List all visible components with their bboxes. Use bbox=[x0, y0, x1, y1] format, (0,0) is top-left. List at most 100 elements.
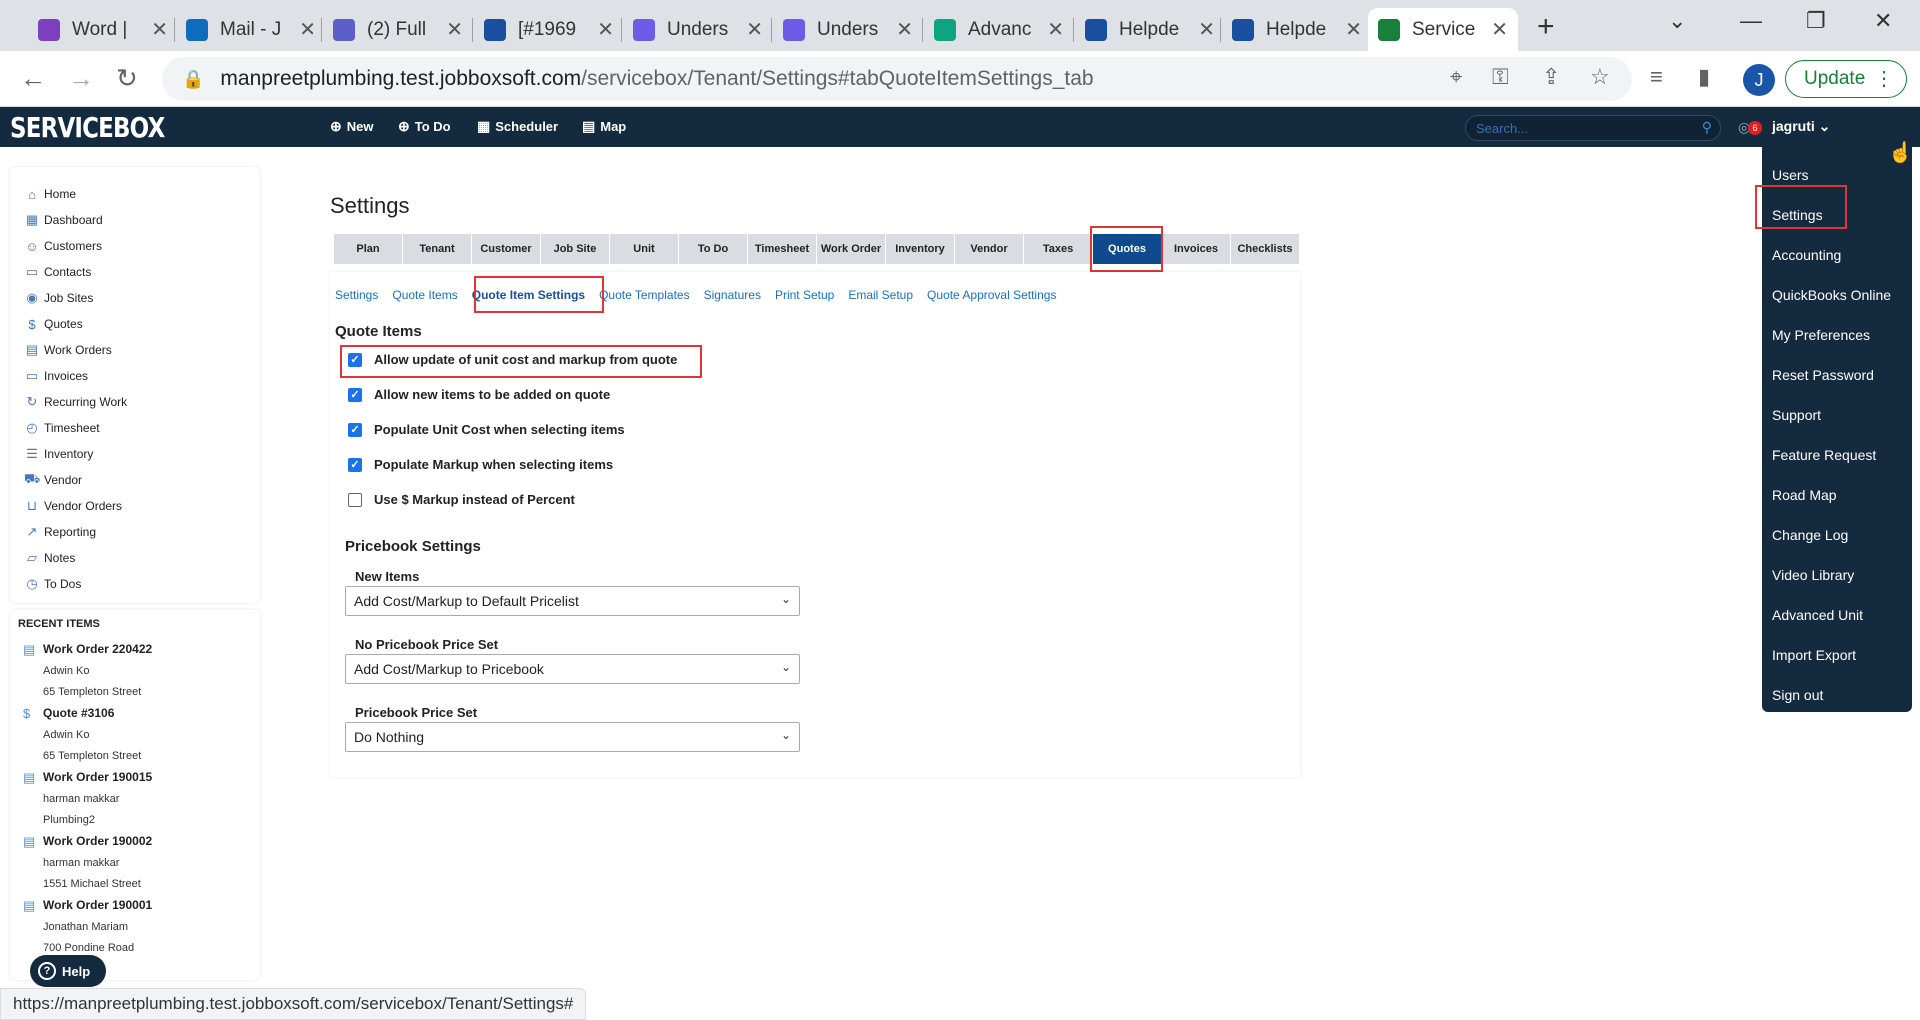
sidebar-item-recurring-work[interactable]: ↻ Recurring Work bbox=[10, 389, 260, 415]
back-icon[interactable]: ← bbox=[20, 63, 46, 94]
location-blocked-icon[interactable]: ⌖ bbox=[1450, 64, 1462, 90]
checkbox-checked[interactable]: ✓ bbox=[348, 457, 362, 472]
servicebox-logo[interactable]: SERVICEBOX bbox=[10, 111, 165, 144]
tab-close-icon[interactable]: ✕ bbox=[1047, 17, 1064, 42]
tab-plan[interactable]: Plan bbox=[334, 234, 402, 264]
search-icon[interactable]: ⚲ bbox=[1702, 119, 1712, 136]
subtab-email-setup[interactable]: Email Setup bbox=[848, 288, 913, 302]
menu-item-my-preferences[interactable]: My Preferences bbox=[1762, 315, 1912, 355]
tab-tenant[interactable]: Tenant bbox=[403, 234, 471, 264]
sidebar-item-dashboard[interactable]: ▦ Dashboard bbox=[10, 207, 260, 233]
subtab-signatures[interactable]: Signatures bbox=[704, 288, 761, 302]
nav-map[interactable]: ▤ Map bbox=[582, 118, 626, 135]
sidebar-item-home[interactable]: ⌂ Home bbox=[10, 181, 260, 207]
tab-close-icon[interactable]: ✕ bbox=[446, 17, 463, 42]
recent-item-title[interactable]: Work Order 190015 bbox=[43, 768, 260, 790]
sidebar-item-job-sites[interactable]: ◉ Job Sites bbox=[10, 285, 260, 311]
quote-item-checkbox-row[interactable]: Use $ Markup instead of Percent bbox=[348, 492, 575, 507]
menu-item-quickbooks-online[interactable]: QuickBooks Online bbox=[1762, 275, 1912, 315]
sidebar-item-inventory[interactable]: ☰ Inventory bbox=[10, 441, 260, 467]
user-menu-toggle[interactable]: jagruti ⌄ bbox=[1772, 118, 1830, 135]
tab-search-icon[interactable]: ⌄ bbox=[1668, 8, 1686, 34]
menu-item-import-export[interactable]: Import Export bbox=[1762, 635, 1912, 675]
browser-tab[interactable]: (2) Full ✕ bbox=[323, 8, 473, 51]
menu-item-support[interactable]: Support bbox=[1762, 395, 1912, 435]
tab-invoices[interactable]: Invoices bbox=[1162, 234, 1230, 264]
tab-close-icon[interactable]: ✕ bbox=[1198, 17, 1215, 42]
tab-to-do[interactable]: To Do bbox=[679, 234, 747, 264]
tab-customer[interactable]: Customer bbox=[472, 234, 540, 264]
new-items-select[interactable]: Add Cost/Markup to Default Pricelist ⌄ bbox=[345, 586, 800, 616]
browser-tab[interactable]: Unders ✕ bbox=[623, 8, 773, 51]
browser-tab[interactable]: Helpde ✕ bbox=[1222, 8, 1372, 51]
side-panel-icon[interactable]: ▮ bbox=[1698, 64, 1710, 90]
nav-scheduler[interactable]: ▦ Scheduler bbox=[477, 118, 558, 135]
browser-tab[interactable]: Unders ✕ bbox=[773, 8, 923, 51]
checkbox-checked[interactable]: ✓ bbox=[348, 387, 362, 402]
sidebar-item-contacts[interactable]: ▭ Contacts bbox=[10, 259, 260, 285]
sidebar-item-invoices[interactable]: ▭ Invoices bbox=[10, 363, 260, 389]
sidebar-item-work-orders[interactable]: ▤ Work Orders bbox=[10, 337, 260, 363]
tab-close-icon[interactable]: ✕ bbox=[896, 17, 913, 42]
tab-taxes[interactable]: Taxes bbox=[1024, 234, 1092, 264]
recent-item-title[interactable]: Work Order 190002 bbox=[43, 832, 260, 854]
tab-close-icon[interactable]: ✕ bbox=[151, 17, 168, 42]
recent-item[interactable]: ▤ Work Order 190002 harman makkar 1551 Mich… bbox=[18, 832, 260, 896]
pricebook-price-set-select[interactable]: Do Nothing ⌄ bbox=[345, 722, 800, 752]
tab-close-icon[interactable]: ✕ bbox=[1345, 17, 1362, 42]
sidebar-item-quotes[interactable]: $ Quotes bbox=[10, 311, 260, 337]
quote-item-checkbox-row[interactable]: ✓ Allow new items to be added on quote bbox=[348, 387, 610, 402]
help-button[interactable]: ? Help bbox=[30, 955, 106, 987]
menu-item-video-library[interactable]: Video Library bbox=[1762, 555, 1912, 595]
sidebar-item-timesheet[interactable]: ◴ Timesheet bbox=[10, 415, 260, 441]
quote-item-checkbox-row[interactable]: ✓ Populate Markup when selecting items bbox=[348, 457, 613, 472]
restore-icon[interactable]: ❐ bbox=[1806, 8, 1826, 34]
tab-vendor[interactable]: Vendor bbox=[955, 234, 1023, 264]
subtab-print-setup[interactable]: Print Setup bbox=[775, 288, 834, 302]
minimize-icon[interactable]: — bbox=[1740, 8, 1762, 34]
browser-tab[interactable]: Advanc ✕ bbox=[924, 8, 1074, 51]
forward-icon[interactable]: → bbox=[68, 63, 94, 94]
tab-job-site[interactable]: Job Site bbox=[541, 234, 609, 264]
tab-close-icon[interactable]: ✕ bbox=[299, 17, 316, 42]
nav-todo[interactable]: ⊕ To Do bbox=[398, 118, 451, 135]
subtab-settings[interactable]: Settings bbox=[335, 288, 378, 302]
menu-item-road-map[interactable]: Road Map bbox=[1762, 475, 1912, 515]
menu-item-sign-out[interactable]: Sign out bbox=[1762, 675, 1912, 715]
recent-item[interactable]: $ Quote #3106 Adwin Ko 65 Templeton Street bbox=[18, 704, 260, 768]
tab-inventory[interactable]: Inventory bbox=[886, 234, 954, 264]
recent-item[interactable]: ▤ Work Order 190015 harman makkar Plumbing2 bbox=[18, 768, 260, 832]
sidebar-item-customers[interactable]: ☺ Customers bbox=[10, 233, 260, 259]
tab-close-icon[interactable]: ✕ bbox=[1491, 17, 1508, 42]
close-window-icon[interactable]: ✕ bbox=[1874, 8, 1892, 34]
subtab-quote-items[interactable]: Quote Items bbox=[392, 288, 457, 302]
tab-timesheet[interactable]: Timesheet bbox=[748, 234, 816, 264]
menu-item-accounting[interactable]: Accounting bbox=[1762, 235, 1912, 275]
profile-avatar[interactable]: J bbox=[1743, 64, 1775, 96]
tab-unit[interactable]: Unit bbox=[610, 234, 678, 264]
update-button[interactable]: Update ⋮ bbox=[1785, 60, 1907, 98]
browser-tab[interactable]: [#1969 ✕ bbox=[474, 8, 624, 51]
recent-item-title[interactable]: Work Order 190001 bbox=[43, 896, 260, 918]
sidebar-item-to-dos[interactable]: ◷ To Dos bbox=[10, 571, 260, 597]
sidebar-item-notes[interactable]: ▱ Notes bbox=[10, 545, 260, 571]
browser-tab[interactable]: Word | ✕ bbox=[28, 8, 178, 51]
new-tab-button[interactable]: + bbox=[1537, 10, 1555, 44]
url-field[interactable]: 🔒 manpreetplumbing.test.jobboxsoft.com/s… bbox=[162, 57, 1632, 101]
browser-tab[interactable]: Helpde ✕ bbox=[1075, 8, 1225, 51]
tab-checklists[interactable]: Checklists bbox=[1231, 234, 1299, 264]
recent-item[interactable]: ▤ Work Order 220422 Adwin Ko 65 Templeton S… bbox=[18, 640, 260, 704]
more-menu-icon[interactable]: ⋮ bbox=[1874, 66, 1894, 91]
checkbox-checked[interactable]: ✓ bbox=[348, 422, 362, 437]
sidebar-item-vendor-orders[interactable]: ⊔ Vendor Orders bbox=[10, 493, 260, 519]
reload-icon[interactable]: ↻ bbox=[116, 63, 138, 94]
menu-item-change-log[interactable]: Change Log bbox=[1762, 515, 1912, 555]
quote-item-checkbox-row[interactable]: ✓ Populate Unit Cost when selecting items bbox=[348, 422, 625, 437]
tab-close-icon[interactable]: ✕ bbox=[597, 17, 614, 42]
menu-item-reset-password[interactable]: Reset Password bbox=[1762, 355, 1912, 395]
app-search-input[interactable]: Search... ⚲ bbox=[1465, 115, 1721, 141]
menu-item-advanced-unit[interactable]: Advanced Unit bbox=[1762, 595, 1912, 635]
tab-work-order[interactable]: Work Order bbox=[817, 234, 885, 264]
recent-item-title[interactable]: Quote #3106 bbox=[43, 704, 260, 726]
subtab-quote-templates[interactable]: Quote Templates bbox=[599, 288, 690, 302]
